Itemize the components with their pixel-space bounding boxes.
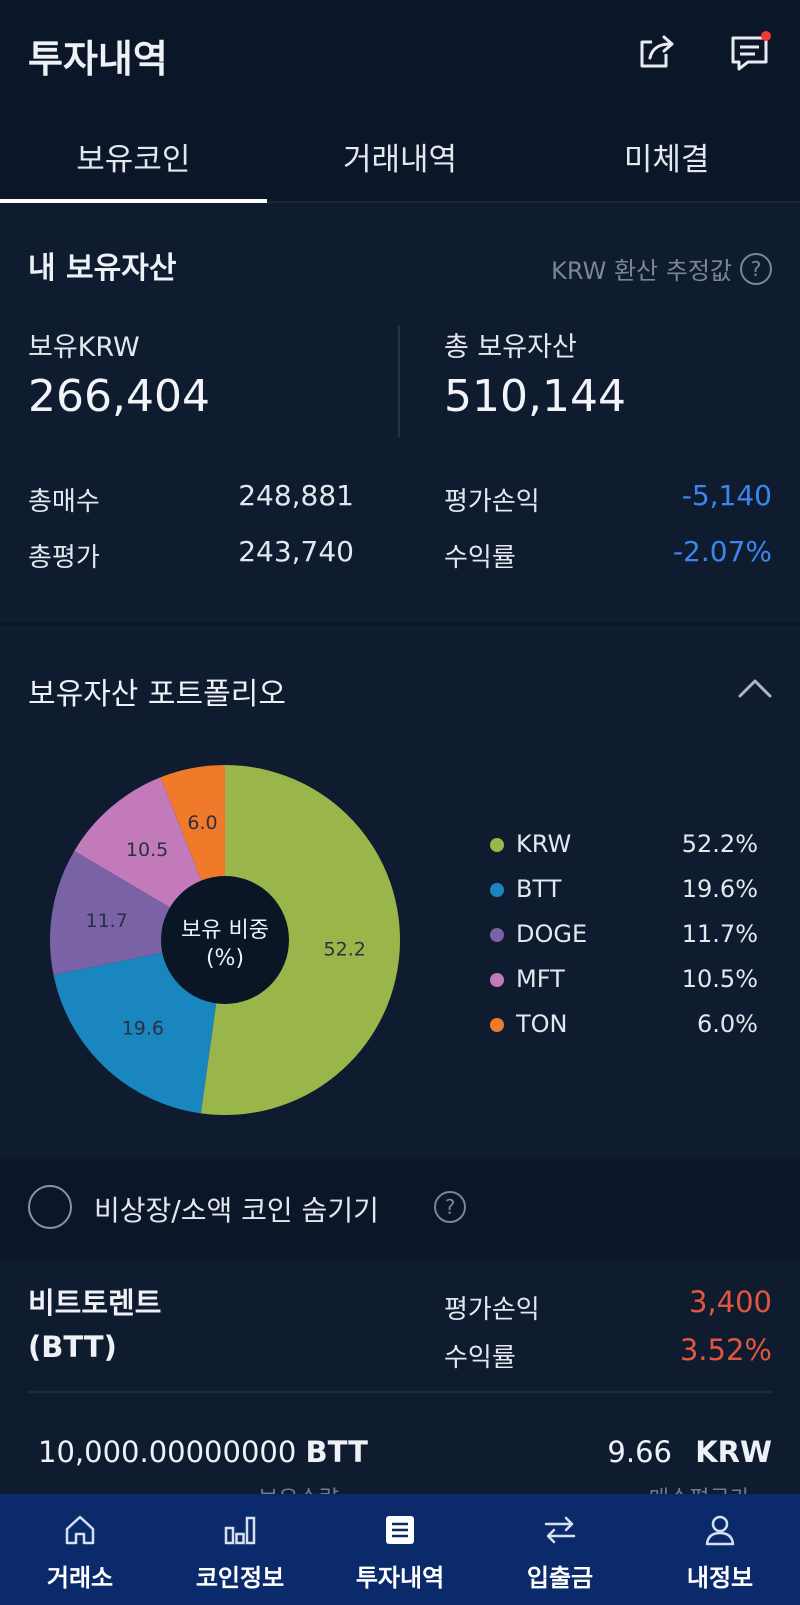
legend-value: 6.0% (697, 1010, 758, 1038)
avg-price-unit: KRW (695, 1435, 772, 1469)
legend-item-doge: DOGE 11.7% (488, 916, 758, 956)
coin-quantity: 10,000.00000000 BTT (38, 1435, 368, 1469)
total-eval-value: 243,740 (238, 535, 354, 568)
legend-name: DOGE (516, 920, 588, 948)
bar-chart-icon (224, 1516, 256, 1545)
tab-pending[interactable]: 미체결 (533, 108, 800, 201)
krw-note-label: KRW 환산 추정값 (551, 257, 732, 285)
pnl-value: -5,140 (681, 479, 772, 512)
quantity-unit: BTT (305, 1435, 368, 1469)
page-title: 투자내역 (28, 37, 168, 81)
total-assets-value: 510,144 (444, 371, 626, 422)
nav-investments[interactable]: 투자내역 (320, 1494, 480, 1605)
user-icon (705, 1515, 735, 1546)
coin-return-label: 수익률 (444, 1343, 516, 1373)
pie-center-unit: (%) (206, 946, 244, 971)
my-assets-section: 내 보유자산 KRW 환산 추정값 ? 보유KRW 266,404 총 보유자산… (0, 203, 800, 623)
return-value: -2.07% (672, 535, 772, 568)
pie-slice-label-doge: 11.7 (86, 910, 128, 932)
total-eval-label: 총평가 (28, 543, 100, 573)
total-buy-label: 총매수 (28, 487, 100, 517)
bottom-nav: 거래소 코인정보 투자내역 입출금 내정보 (0, 1494, 800, 1605)
vertical-divider (398, 325, 400, 437)
legend-dot (490, 838, 504, 852)
legend-dot (490, 883, 504, 897)
message-icon[interactable] (728, 30, 772, 74)
pie-slice-label-mft: 10.5 (126, 839, 168, 861)
transfer-icon (544, 1516, 576, 1544)
help-icon[interactable]: ? (740, 252, 772, 285)
legend-value: 10.5% (681, 965, 758, 993)
legend-item-btt: BTT 19.6% (488, 871, 758, 911)
pnl-label: 평가손익 (444, 487, 540, 517)
legend-name: BTT (516, 875, 562, 903)
pie-center-label: 보유 비중 (181, 918, 269, 943)
krw-estimate-note[interactable]: KRW 환산 추정값 ? (551, 251, 772, 286)
help-icon[interactable]: ? (434, 1191, 466, 1223)
app-header: 투자내역 (0, 0, 800, 108)
nav-coin-info[interactable]: 코인정보 (160, 1494, 320, 1605)
pie-slice-label-btt: 19.6 (122, 1017, 164, 1039)
notification-dot (761, 31, 771, 41)
legend-item-krw: KRW 52.2% (488, 826, 758, 866)
legend-value: 11.7% (681, 920, 758, 948)
legend-item-mft: MFT 10.5% (488, 961, 758, 1001)
coin-card[interactable]: 비트토렌트 (BTT) 평가손익 3,400 수익률 3.52% 10,000.… (0, 1259, 800, 1512)
total-assets-label: 총 보유자산 (444, 332, 577, 363)
share-icon[interactable] (636, 30, 680, 74)
coin-name: 비트토렌트 (BTT) (28, 1281, 161, 1369)
coin-name-korean: 비트토렌트 (28, 1286, 162, 1320)
total-buy-value: 248,881 (238, 479, 354, 512)
quantity-number: 10,000.00000000 (38, 1435, 297, 1469)
tab-holdings[interactable]: 보유코인 (0, 108, 267, 203)
legend-item-ton: TON 6.0% (488, 1006, 758, 1046)
tab-bar: 보유코인 거래내역 미체결 (0, 108, 800, 203)
portfolio-title: 보유자산 포트폴리오 (28, 677, 286, 712)
nav-my-info-label: 내정보 (686, 1564, 754, 1592)
coin-name-symbol: (BTT) (28, 1330, 117, 1364)
hide-coins-label: 비상장/소액 코인 숨기기 (94, 1194, 379, 1227)
nav-deposit-withdraw[interactable]: 입출금 (480, 1494, 640, 1605)
coin-return-value: 3.52% (679, 1333, 772, 1367)
nav-exchange-label: 거래소 (46, 1564, 114, 1592)
nav-coin-info-label: 코인정보 (195, 1564, 285, 1592)
tab-history[interactable]: 거래내역 (267, 108, 534, 201)
legend-value: 52.2% (681, 830, 758, 858)
avg-price-number: 9.66 (607, 1435, 672, 1469)
legend-name: TON (516, 1010, 568, 1038)
held-krw-label: 보유KRW (28, 332, 140, 363)
home-icon (65, 1515, 95, 1545)
hide-small-coins-row[interactable]: 비상장/소액 코인 숨기기 ? (0, 1159, 800, 1257)
nav-deposit-withdraw-label: 입출금 (526, 1564, 594, 1592)
nav-exchange[interactable]: 거래소 (0, 1494, 160, 1605)
portfolio-pie-chart: 보유 비중 (%) 52.2 19.6 11.7 10.5 6.0 (50, 765, 400, 1115)
legend-name: KRW (516, 830, 572, 858)
coin-pnl-value: 3,400 (688, 1285, 772, 1319)
coin-avg-price: 9.66 KRW (607, 1435, 772, 1469)
held-krw-value: 266,404 (28, 371, 210, 422)
pie-slice-label-ton: 6.0 (187, 812, 217, 834)
assets-title: 내 보유자산 (28, 251, 177, 286)
hide-coins-radio[interactable] (28, 1185, 72, 1229)
pie-slice-label-krw: 52.2 (324, 938, 366, 960)
legend-value: 19.6% (681, 875, 758, 903)
coin-pnl-label: 평가손익 (444, 1295, 540, 1325)
coin-divider (28, 1391, 772, 1393)
document-icon (386, 1516, 414, 1544)
return-label: 수익률 (444, 543, 516, 573)
chevron-up-icon[interactable] (738, 677, 772, 699)
legend-name: MFT (516, 965, 565, 993)
legend-dot (490, 973, 504, 987)
nav-my-info[interactable]: 내정보 (640, 1494, 800, 1605)
legend-dot (490, 928, 504, 942)
nav-investments-label: 투자내역 (355, 1564, 445, 1592)
legend-dot (490, 1018, 504, 1032)
